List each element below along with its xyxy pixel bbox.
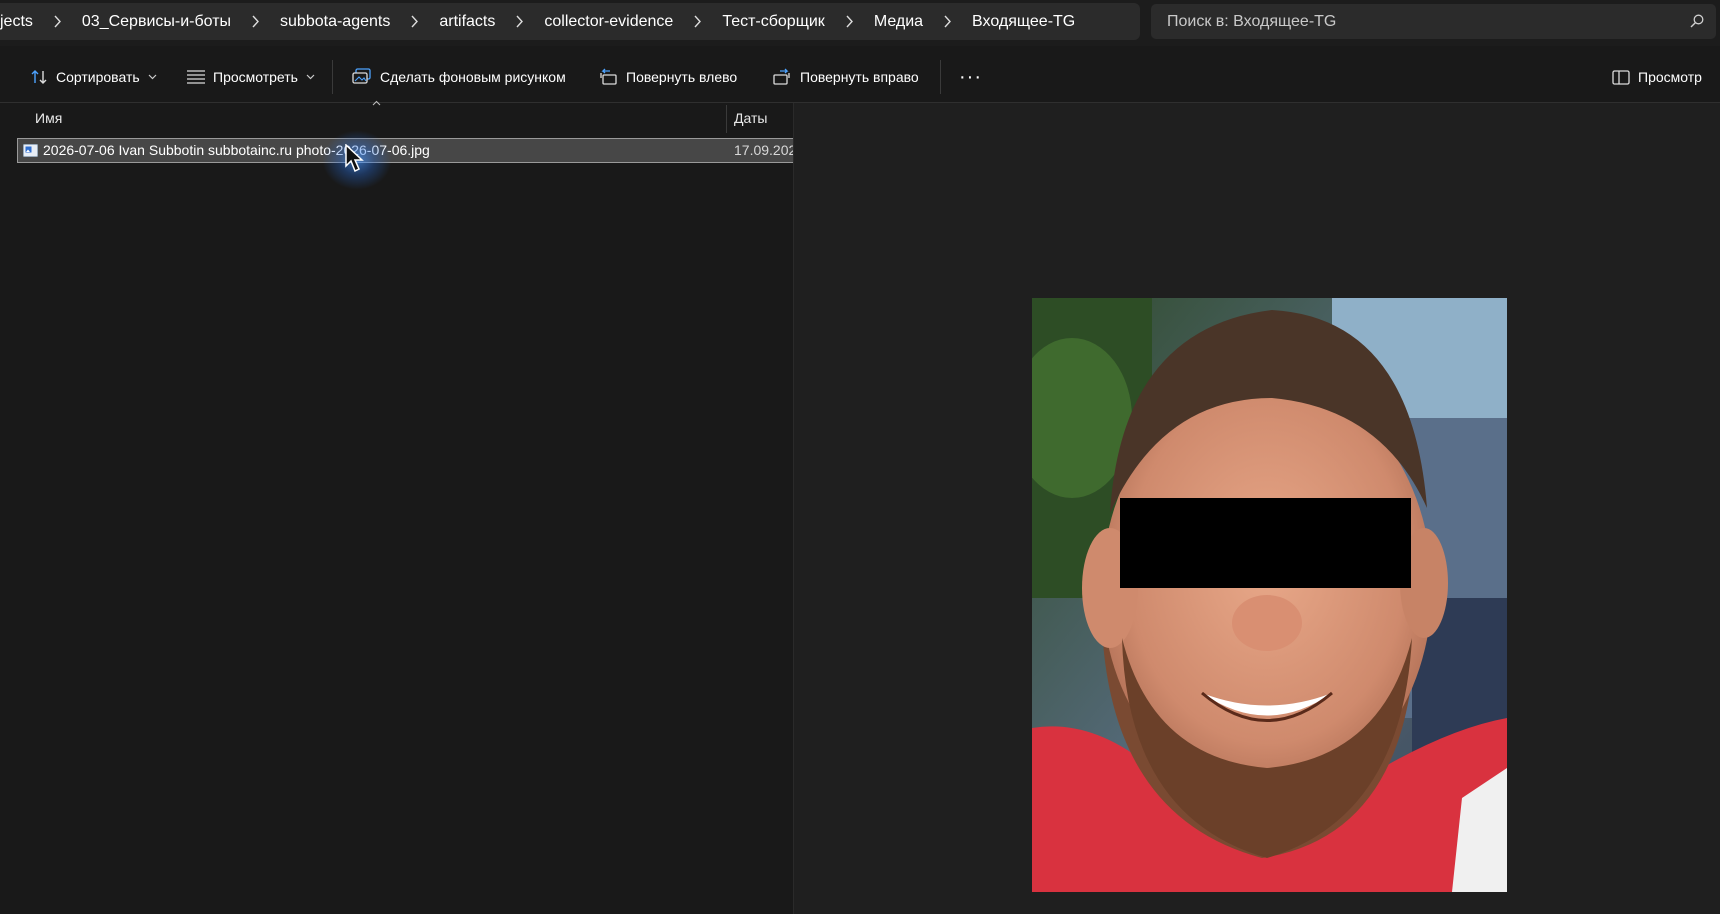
breadcrumb[interactable]: jects 03_Сервисы-и-боты subbota-agents a… (0, 3, 1140, 40)
chevron-down-icon (306, 74, 315, 80)
desktop-background-icon (352, 68, 371, 84)
breadcrumb-item-current[interactable]: Входящее-TG (972, 13, 1075, 31)
rotate-left-button[interactable]: Повернуть влево (598, 52, 737, 102)
rotate-left-label: Повернуть влево (626, 69, 738, 85)
breadcrumb-item[interactable]: Тест-сборщик (722, 13, 825, 31)
file-list[interactable]: Имя Даты 2026-07-06 Ivan Subbotin subbot… (0, 100, 804, 914)
search-input[interactable]: Поиск в: Входящее-TG (1151, 4, 1716, 39)
chevron-right-icon[interactable] (673, 15, 722, 28)
preview-pane-button[interactable]: Просмотр (1612, 52, 1702, 102)
chevron-right-icon[interactable] (825, 15, 874, 28)
chevron-right-icon[interactable] (231, 15, 280, 28)
chevron-right-icon[interactable] (390, 15, 439, 28)
chevron-right-icon[interactable] (495, 15, 544, 28)
preview-image (1032, 298, 1507, 892)
column-header-name[interactable]: Имя (35, 110, 62, 126)
view-label: Просмотреть (213, 69, 298, 85)
address-bar-row: jects 03_Сервисы-и-боты subbota-agents a… (0, 0, 1720, 46)
portrait-photo-icon (1032, 298, 1507, 892)
more-icon: ··· (959, 65, 982, 88)
image-file-icon (23, 144, 38, 157)
command-bar: Сортировать Просмотреть Сделать фоновым … (0, 52, 1720, 102)
preview-pane-icon (1612, 69, 1630, 85)
breadcrumb-item[interactable]: collector-evidence (544, 13, 673, 31)
rotate-right-label: Повернуть вправо (800, 69, 919, 85)
column-resize-handle[interactable] (726, 105, 727, 133)
breadcrumb-item[interactable]: artifacts (439, 13, 495, 31)
sort-button[interactable]: Сортировать (30, 52, 157, 102)
set-as-background-label: Сделать фоновым рисунком (380, 69, 566, 85)
rotate-right-icon (773, 68, 790, 85)
toolbar-divider (940, 60, 941, 94)
set-as-background-button[interactable]: Сделать фоновым рисунком (352, 52, 566, 102)
more-options-button[interactable]: ··· (959, 52, 982, 102)
list-view-icon (187, 70, 205, 84)
breadcrumb-item[interactable]: 03_Сервисы-и-боты (82, 13, 231, 31)
breadcrumb-item[interactable]: subbota-agents (280, 13, 390, 31)
chevron-down-icon (148, 74, 157, 80)
rotate-left-icon (600, 68, 617, 85)
preview-pane (794, 103, 1720, 914)
column-header: Имя Даты (0, 100, 794, 133)
search-icon[interactable] (1690, 14, 1704, 28)
breadcrumb-item[interactable]: Медиа (874, 13, 923, 31)
sort-icon (31, 70, 47, 84)
sort-label: Сортировать (56, 69, 140, 85)
mouse-pointer-icon (345, 144, 364, 173)
view-button[interactable]: Просмотреть (187, 52, 315, 102)
toolbar-divider (332, 60, 333, 94)
chevron-right-icon[interactable] (33, 15, 82, 28)
preview-pane-label: Просмотр (1638, 69, 1702, 85)
breadcrumb-item[interactable]: jects (0, 13, 33, 31)
file-row[interactable]: 2026-07-06 Ivan Subbotin subbotainc.ru p… (17, 138, 804, 163)
search-placeholder: Поиск в: Входящее-TG (1167, 12, 1337, 30)
rotate-right-button[interactable]: Повернуть вправо (772, 52, 919, 102)
sort-ascending-icon (372, 100, 381, 106)
column-header-date[interactable]: Даты (734, 110, 767, 126)
chevron-right-icon[interactable] (923, 15, 972, 28)
